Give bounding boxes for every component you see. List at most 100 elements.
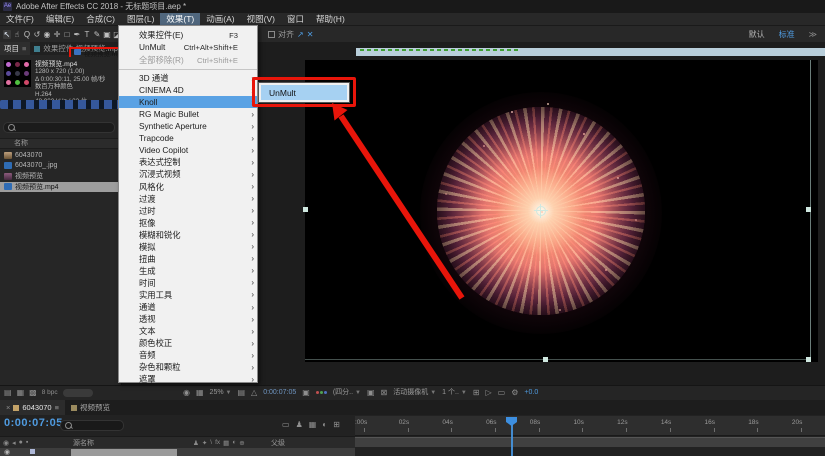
lock-column-icon[interactable]: ▪ (26, 439, 28, 447)
tool-icon[interactable]: ☝ (13, 30, 21, 39)
effects-menu-item[interactable]: 效果控件(E) F3 › (119, 29, 257, 41)
menu-bar-item[interactable]: 文件(F) (0, 13, 40, 25)
workspace-default[interactable]: 默认 (749, 29, 765, 40)
effects-menu-item[interactable]: 生成 › (119, 265, 257, 277)
magnification-select[interactable]: 25% ▼ (210, 389, 232, 396)
effects-menu-item[interactable]: Synthetic Aperture › (119, 120, 257, 132)
layer-handle-left[interactable] (303, 207, 308, 212)
footage-icon[interactable]: ▩ (29, 388, 37, 397)
layer-anchor-point[interactable] (536, 206, 546, 216)
workspace-more-icon[interactable]: ≫ (809, 30, 817, 39)
project-item[interactable]: 6043070 (0, 150, 122, 161)
effects-menu-item[interactable]: 透视 › (119, 313, 257, 325)
effects-menu-item[interactable]: Trapcode › (119, 132, 257, 144)
effects-menu-item[interactable]: 时间 › (119, 277, 257, 289)
effects-menu-item[interactable]: 过时 › (119, 205, 257, 217)
tool-icon[interactable]: ✒ (73, 30, 81, 39)
menu-bar-item[interactable]: 合成(C) (80, 13, 121, 25)
menu-bar-item[interactable]: 图层(L) (121, 13, 160, 25)
effects-menu-item[interactable]: 颜色校正 › (119, 337, 257, 349)
menu-bar-item[interactable]: 效果(T) (160, 13, 200, 25)
exposure-gear-icon[interactable]: ⚙ (511, 388, 518, 397)
parent-column[interactable]: 父级 (271, 438, 285, 448)
flowchart-icon[interactable]: ▤ (4, 388, 12, 397)
split-view-icon[interactable]: ✕ (307, 30, 314, 39)
project-item[interactable]: 6043070_.jpg (0, 161, 122, 172)
motion-blur-column-icon[interactable]: ◐ (232, 439, 236, 447)
bit-depth-label[interactable]: 8 bpc (42, 389, 58, 396)
effects-menu-item[interactable]: 遮罩 › (119, 373, 257, 385)
panel-menu-icon[interactable]: ≡ (55, 403, 59, 412)
layer-label-chip[interactable] (30, 449, 35, 454)
mask-visibility-icon[interactable]: △ (251, 388, 257, 397)
timeline-tab-active[interactable]: × 6043070 ≡ (0, 400, 65, 415)
collapse-column-icon[interactable]: ✦ (202, 439, 207, 447)
shy-column-icon[interactable]: ♟ (193, 439, 199, 447)
project-item[interactable]: 视频预览 (0, 171, 122, 182)
effects-menu-item[interactable]: 模拟 › (119, 241, 257, 253)
expand-icon[interactable]: ↗ (297, 30, 304, 39)
pixel-aspect-icon[interactable]: ⊞ (473, 388, 480, 397)
motion-blur-icon[interactable]: ◐ (322, 420, 327, 429)
tool-icon[interactable]: ↺ (33, 30, 41, 39)
effects-menu-item[interactable]: 扭曲 › (119, 253, 257, 265)
effects-menu-item[interactable]: UnMult Ctrl+Alt+Shift+E › (119, 41, 257, 53)
effects-menu-item[interactable]: 实用工具 › (119, 289, 257, 301)
layer-visibility-icon[interactable]: ◉ (4, 448, 10, 456)
viewer-timecode[interactable]: 0:00:07:05 (263, 389, 296, 396)
effects-menu-item[interactable]: 全部移除(R) Ctrl+Shift+E › (119, 53, 257, 70)
video-column-icon[interactable]: ◉ (3, 439, 9, 447)
tool-icon[interactable]: ◉ (43, 30, 51, 39)
fx-column-icon[interactable]: fx (215, 439, 220, 447)
snap-checkbox[interactable] (268, 31, 275, 38)
camera-select[interactable]: 活动摄像机 ▼ (393, 387, 436, 397)
name-column-header[interactable]: 名称 (0, 138, 122, 149)
project-search-input[interactable] (3, 122, 115, 133)
tool-icon[interactable]: Q (23, 30, 31, 39)
workspace-active[interactable]: 标准 (779, 29, 795, 40)
effects-menu-item[interactable]: Video Copilot › (119, 144, 257, 156)
effects-menu-item[interactable]: 过渡 › (119, 193, 257, 205)
effects-menu-item[interactable]: 风格化 › (119, 181, 257, 193)
effects-menu-item[interactable]: 文本 › (119, 325, 257, 337)
snapshot-icon[interactable]: ▣ (302, 388, 310, 397)
menu-bar-item[interactable]: 帮助(H) (310, 13, 351, 25)
tool-icon[interactable]: ✛ (53, 30, 61, 39)
audio-column-icon[interactable]: ◂ (12, 439, 16, 447)
frame-blend-column-icon[interactable]: ▦ (223, 439, 229, 447)
graph-editor-icon[interactable]: ⊞ (333, 420, 340, 429)
tool-icon[interactable]: ↖ (3, 30, 11, 39)
effects-menu-item[interactable]: 杂色和颗粒 › (119, 361, 257, 373)
tool-icon[interactable]: ▣ (103, 30, 111, 39)
effects-menu-item[interactable]: 3D 通道 › (119, 72, 257, 84)
mini-flowchart-icon[interactable]: ▭ (498, 388, 506, 397)
tool-icon[interactable]: ✎ (93, 30, 101, 39)
roi-icon[interactable]: ▣ (367, 388, 375, 397)
timeline-timecode[interactable]: 0:00:07:05 (4, 417, 63, 429)
frame-blending-icon[interactable]: ▦ (309, 420, 317, 429)
layer-handle-bottom-center[interactable] (543, 357, 548, 362)
snap-control[interactable]: 对齐 ↗ ✕ (268, 29, 313, 40)
menu-bar-item[interactable]: 窗口 (281, 13, 310, 25)
view-layout-select[interactable]: 1 个.. ▼ (442, 387, 467, 397)
panel-menu-icon[interactable]: ≡ (22, 44, 26, 53)
menu-bar-item[interactable]: 视图(V) (241, 13, 281, 25)
exposure-value[interactable]: +0.0 (524, 389, 538, 396)
close-icon[interactable]: × (6, 403, 10, 412)
resolution-select[interactable]: (四分.. ▼ (333, 387, 361, 397)
preview-icon[interactable]: ◉ (183, 388, 190, 397)
effects-menu-item[interactable]: 表达式控制 › (119, 156, 257, 168)
draft-3d-icon[interactable]: ▭ (282, 420, 290, 429)
menu-bar-item[interactable]: 编辑(E) (40, 13, 80, 25)
source-name-column[interactable]: 源名称 (47, 438, 193, 448)
effects-menu-item[interactable]: 音频 › (119, 349, 257, 361)
effects-menu-item[interactable]: Knoll › (119, 96, 257, 108)
layer-name-cell[interactable] (71, 449, 177, 456)
solo-column-icon[interactable]: ● (19, 439, 23, 447)
ruler-icon[interactable]: ▤ (237, 388, 245, 397)
channels-icon[interactable] (316, 391, 327, 394)
grid-guides-icon[interactable]: ▦ (196, 388, 204, 397)
work-area-bar[interactable] (355, 437, 825, 447)
effects-menu-item[interactable]: 抠像 › (119, 217, 257, 229)
layer-row[interactable] (0, 448, 355, 456)
